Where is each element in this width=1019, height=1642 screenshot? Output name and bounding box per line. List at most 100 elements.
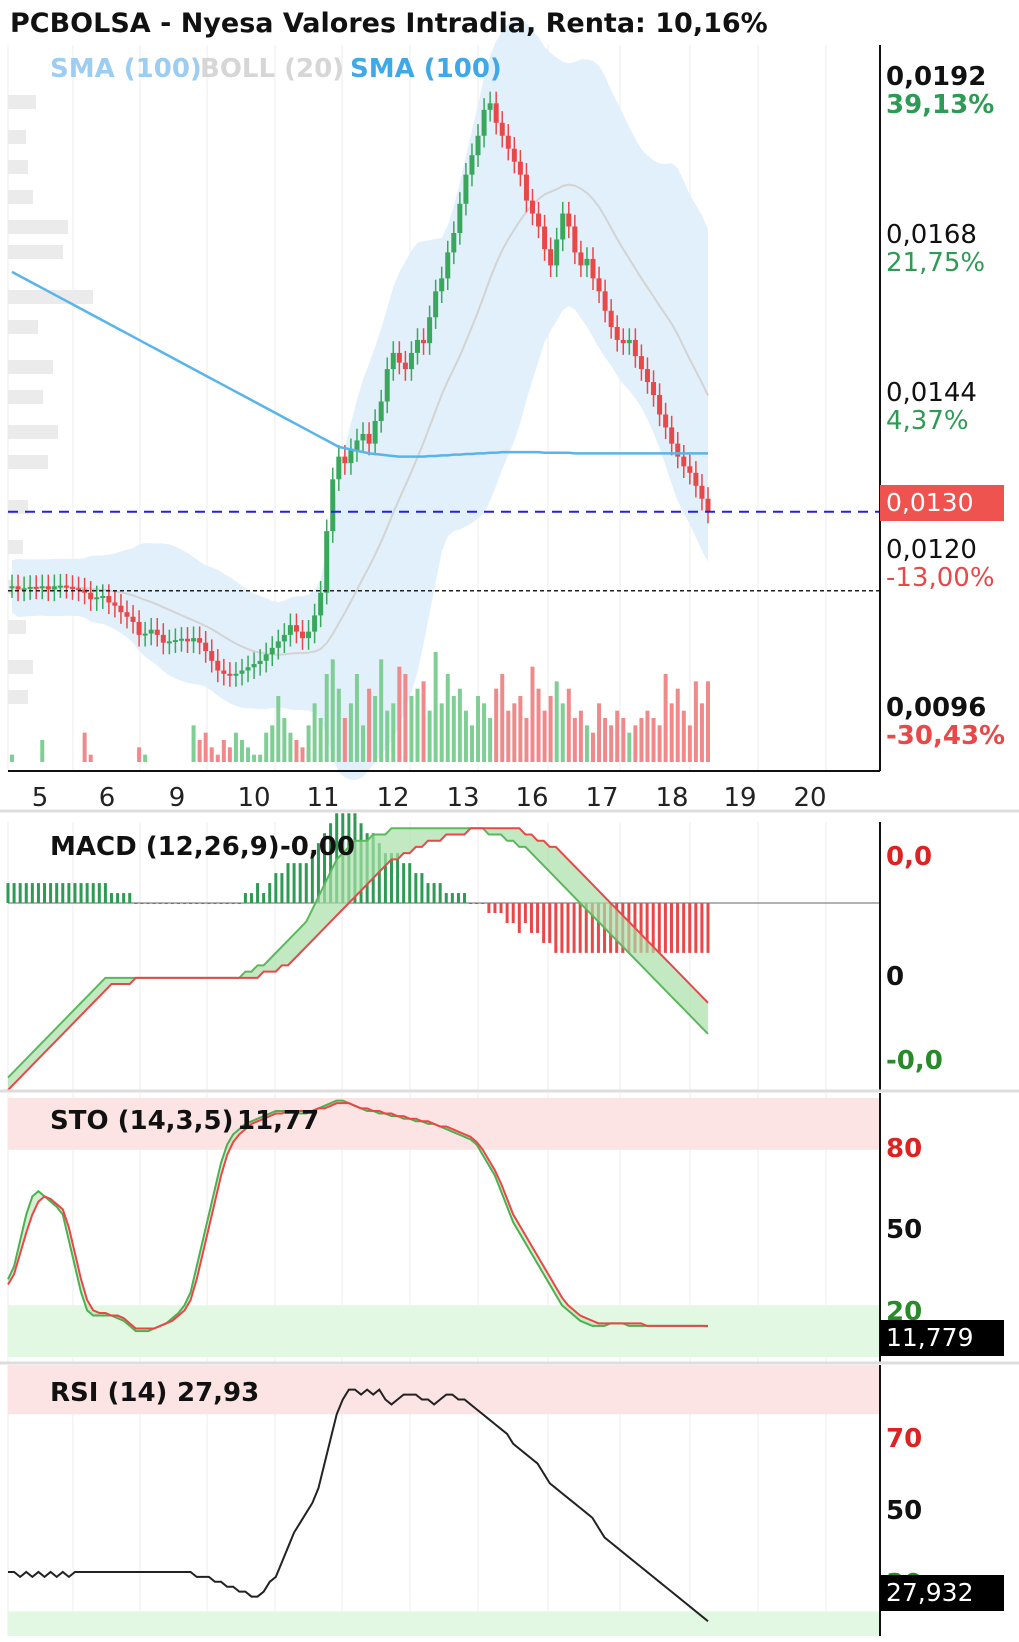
candle-body: [221, 670, 227, 674]
volume-bar: [591, 732, 596, 762]
chart-stage: PCBOLSA - Nyesa Valores Intradia, Renta:…: [0, 0, 1019, 1642]
macd-histogram-bar: [286, 863, 290, 904]
volume-bar: [451, 696, 456, 762]
macd-histogram-bar: [487, 903, 491, 913]
volume-bar: [239, 740, 244, 762]
y-pct-label: 21,75%: [886, 248, 986, 278]
candle-body: [523, 174, 529, 201]
candle-body: [475, 135, 481, 156]
volume-bar: [276, 696, 281, 762]
volume-bar: [494, 688, 499, 762]
volume-bar: [615, 710, 620, 762]
volume-bar: [706, 681, 710, 762]
candle-body: [602, 291, 608, 311]
volume-bar: [318, 718, 323, 762]
volume-bar: [397, 666, 402, 762]
volume-bar: [554, 681, 559, 762]
volume-profile-bar: [8, 540, 23, 554]
volume-bar: [191, 725, 196, 762]
volume-bar: [687, 725, 692, 762]
macd-histogram-bar: [249, 893, 253, 904]
volume-bar: [288, 732, 293, 762]
chart-title: PCBOLSA - Nyesa Valores Intradia, Renta:…: [10, 8, 768, 39]
volume-bar: [415, 688, 420, 762]
candle-body: [445, 252, 451, 279]
macd-histogram-bar: [694, 903, 698, 953]
volume-bar: [391, 703, 396, 762]
volume-profile-bar: [8, 660, 33, 674]
legend-sma100-light[interactable]: SMA (100): [50, 54, 202, 84]
volume-bar: [603, 718, 608, 762]
macd-histogram-bar: [426, 883, 430, 904]
volume-bar: [379, 659, 384, 762]
macd-histogram-bar: [73, 883, 77, 904]
candle-body: [118, 605, 124, 613]
macd-histogram-bar: [158, 903, 162, 905]
volume-profile-bar: [8, 455, 48, 469]
macd-histogram-bar: [116, 893, 120, 904]
macd-histogram-bar: [578, 903, 582, 953]
volume-bar: [409, 696, 414, 762]
macd-histogram-bar: [49, 883, 53, 904]
volume-bar: [560, 703, 565, 762]
macd-value: -0,00: [280, 832, 355, 862]
macd-histogram-bar: [189, 903, 193, 905]
legend-boll20[interactable]: BOLL (20): [200, 54, 344, 84]
macd-histogram-bar: [67, 883, 71, 904]
macd-histogram-bar: [456, 893, 460, 904]
macd-histogram-bar: [669, 903, 673, 953]
candle-body: [372, 420, 378, 444]
legend-sma100[interactable]: SMA (100): [350, 54, 502, 84]
candle-body: [396, 352, 402, 363]
volume-bar: [264, 732, 269, 762]
macd-histogram-bar: [657, 903, 661, 953]
macd-histogram-bar: [572, 903, 576, 953]
volume-bar: [584, 725, 589, 762]
x-tick-label: 16: [515, 783, 549, 813]
volume-bar: [403, 674, 408, 762]
candle-body: [542, 226, 548, 250]
volume-bar: [469, 725, 474, 762]
candle-body: [9, 586, 15, 589]
candle-body: [427, 317, 433, 344]
macd-histogram-bar: [463, 893, 467, 904]
candle-body: [560, 213, 566, 240]
candle-body: [439, 278, 445, 292]
candle-body: [632, 339, 638, 357]
x-tick-label: 20: [793, 783, 827, 813]
volume-bar: [354, 674, 359, 762]
macd-histogram-bar: [183, 903, 187, 905]
volume-bar: [336, 688, 341, 762]
candle-body: [481, 109, 487, 136]
volume-profile-bar: [8, 360, 53, 374]
candle-body: [487, 103, 493, 110]
y-price-label: 0,0168: [886, 220, 977, 250]
volume-bar: [463, 710, 468, 762]
sto-axis-label: 50: [886, 1215, 923, 1245]
candle-body: [51, 586, 57, 590]
y-price-label: 0,0120: [886, 535, 977, 565]
candle-body: [27, 586, 33, 589]
macd-histogram-bar: [560, 903, 564, 953]
rsi-value: 27,93: [177, 1378, 260, 1408]
macd-histogram-bar: [542, 903, 546, 943]
candle-body: [209, 651, 215, 661]
x-tick-label: 18: [655, 783, 689, 813]
volume-bar: [246, 747, 251, 762]
macd-histogram-bar: [97, 883, 101, 904]
macd-histogram-bar: [195, 903, 199, 905]
volume-bar: [681, 710, 686, 762]
macd-histogram-bar: [536, 903, 540, 933]
macd-histogram-bar: [566, 903, 570, 953]
macd-histogram-bar: [420, 873, 424, 904]
volume-bar: [433, 652, 438, 762]
candle-body: [57, 585, 63, 588]
macd-histogram-bar: [481, 903, 485, 905]
sto-value-tag: 11,779: [880, 1320, 1004, 1356]
macd-histogram-bar: [505, 903, 509, 923]
volume-bar: [530, 666, 535, 762]
volume-profile-bar: [8, 220, 68, 234]
macd-histogram-bar: [408, 863, 412, 904]
macd-title: MACD (12,26,9): [50, 832, 280, 862]
macd-histogram-bar: [6, 883, 10, 904]
